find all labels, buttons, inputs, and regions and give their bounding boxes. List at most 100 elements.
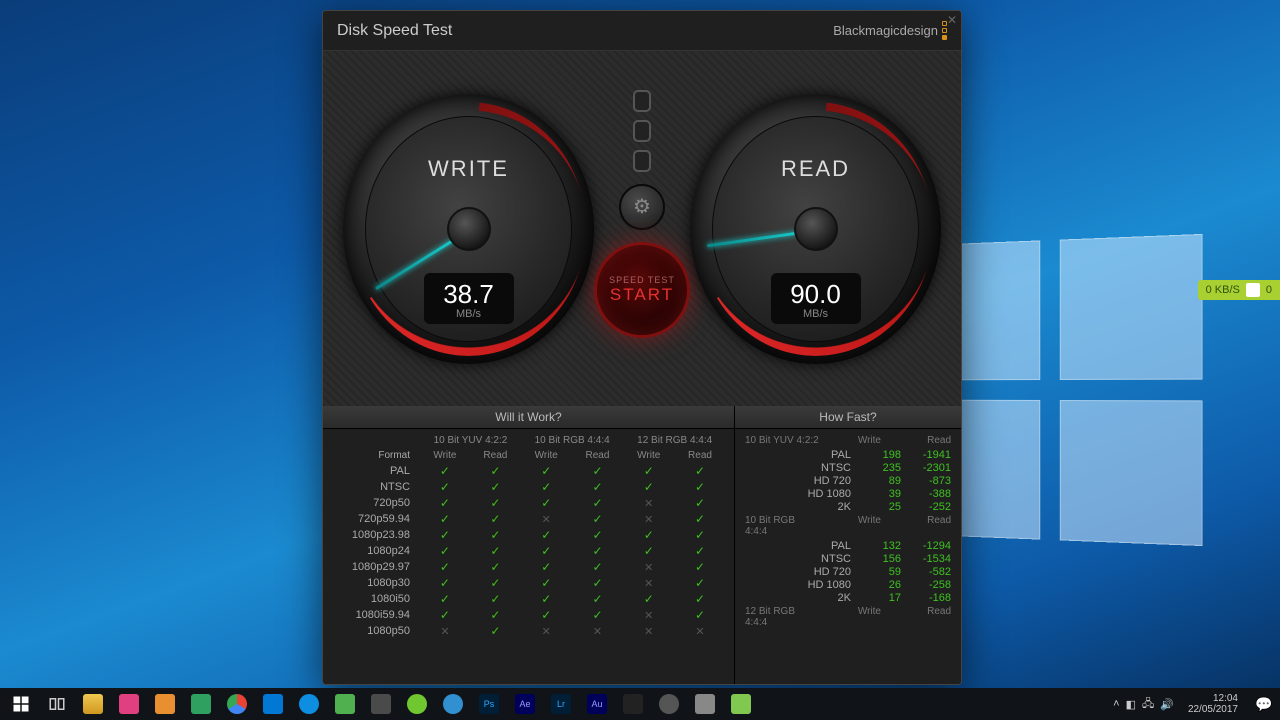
camtasia-icon[interactable]	[364, 690, 398, 718]
net-speed-label: 0 KB/S	[1206, 284, 1240, 296]
titlebar[interactable]: Disk Speed Test Blackmagicdesign	[323, 11, 961, 51]
read-label: READ	[690, 156, 941, 182]
check-icon: ✓	[490, 512, 500, 526]
check-icon: ✓	[592, 464, 602, 478]
app-icon-2[interactable]	[148, 690, 182, 718]
table-row: 1080i59.94✓✓✓✓✕✓	[331, 607, 726, 623]
notifications-button[interactable]: 💬	[1252, 690, 1276, 718]
check-icon: ✓	[541, 464, 551, 478]
app-icon-8[interactable]	[688, 690, 722, 718]
cross-icon: ✕	[542, 514, 551, 526]
table-row: 1080p29.97✓✓✓✓✕✓	[331, 559, 726, 575]
check-icon: ✓	[592, 544, 602, 558]
tray-network-icon[interactable]: 🖧	[1142, 695, 1154, 714]
cross-icon: ✕	[644, 514, 653, 526]
cross-icon: ✕	[644, 626, 653, 638]
gear-icon: ⚙	[633, 194, 651, 219]
app-icon-3[interactable]	[184, 690, 218, 718]
fast-header: How Fast?	[735, 406, 961, 429]
clock-time: 12:04	[1188, 693, 1238, 705]
app-title: Disk Speed Test	[337, 22, 452, 40]
check-icon: ✓	[490, 528, 500, 542]
check-icon: ✓	[541, 560, 551, 574]
outlook-icon[interactable]	[256, 690, 290, 718]
start-button[interactable]: SPEED TEST START	[594, 242, 690, 338]
check-icon: ✓	[490, 496, 500, 510]
check-icon: ✓	[695, 608, 705, 622]
check-icon: ✓	[440, 576, 450, 590]
check-icon: ✓	[490, 608, 500, 622]
task-view-button[interactable]	[40, 690, 74, 718]
fast-row: HD 72059-582	[745, 565, 951, 578]
check-icon: ✓	[592, 576, 602, 590]
taskbar-right: ˄ ◧ 🖧 🔊 12:04 22/05/2017 💬	[1113, 690, 1276, 718]
check-icon: ✓	[490, 624, 500, 638]
app-icon-6[interactable]	[436, 690, 470, 718]
check-icon: ✓	[440, 464, 450, 478]
taskbar-clock[interactable]: 12:04 22/05/2017	[1182, 693, 1244, 716]
check-icon: ✓	[644, 464, 654, 478]
lightroom-icon[interactable]: Lr	[544, 690, 578, 718]
tray-icon-1[interactable]: ◧	[1126, 698, 1136, 711]
tally-lights	[633, 90, 651, 172]
photoshop-icon[interactable]: Ps	[472, 690, 506, 718]
teamviewer-icon[interactable]	[292, 690, 326, 718]
check-icon: ✓	[541, 608, 551, 622]
network-widget: 0 KB/S 0	[1198, 280, 1280, 300]
check-icon: ✓	[490, 480, 500, 494]
check-icon: ✓	[644, 480, 654, 494]
fast-row: HD 72089-873	[745, 474, 951, 487]
check-icon: ✓	[541, 544, 551, 558]
chrome-icon[interactable]	[220, 690, 254, 718]
cross-icon: ✕	[644, 610, 653, 622]
table-row: 1080p50✕✓✕✕✕✕	[331, 623, 726, 639]
app-icon-7[interactable]	[652, 690, 686, 718]
file-explorer-icon[interactable]	[76, 690, 110, 718]
start-menu-button[interactable]	[4, 690, 38, 718]
check-icon: ✓	[440, 480, 450, 494]
fast-row: 2K25-252	[745, 500, 951, 513]
check-icon: ✓	[695, 512, 705, 526]
will-table: 10 Bit YUV 4:2:210 Bit RGB 4:4:412 Bit R…	[331, 433, 726, 639]
system-tray[interactable]: ˄ ◧ 🖧 🔊	[1113, 695, 1174, 714]
check-icon: ✓	[695, 560, 705, 574]
check-icon: ✓	[592, 480, 602, 494]
read-display: 90.0 MB/s	[771, 273, 861, 324]
check-icon: ✓	[592, 528, 602, 542]
check-icon: ✓	[541, 592, 551, 606]
aftereffects-icon[interactable]: Ae	[508, 690, 542, 718]
fast-row: PAL198-1941	[745, 448, 951, 461]
app-icon-4[interactable]	[328, 690, 362, 718]
tray-volume-icon[interactable]: 🔊	[1160, 698, 1174, 711]
start-label: START	[610, 285, 674, 305]
check-icon: ✓	[440, 496, 450, 510]
cross-icon: ✕	[644, 562, 653, 574]
check-icon: ✓	[592, 560, 602, 574]
how-fast-panel: How Fast? 10 Bit YUV 4:2:2WriteReadPAL19…	[735, 406, 961, 684]
check-icon: ✓	[695, 496, 705, 510]
cross-icon: ✕	[644, 498, 653, 510]
check-icon: ✓	[490, 560, 500, 574]
cross-icon: ✕	[695, 626, 704, 638]
check-icon: ✓	[695, 480, 705, 494]
fast-row: HD 108039-388	[745, 487, 951, 500]
audition-icon[interactable]: Au	[580, 690, 614, 718]
gauge-area: WRITE 38.7 MB/s ⚙ SPEED TEST START READ	[323, 51, 961, 406]
table-row: 1080p24✓✓✓✓✓✓	[331, 543, 726, 559]
app-icon-9[interactable]	[724, 690, 758, 718]
close-icon[interactable]: ✕	[947, 13, 957, 27]
app-icon-1[interactable]	[112, 690, 146, 718]
check-icon: ✓	[644, 528, 654, 542]
check-icon: ✓	[490, 544, 500, 558]
tray-chevron-icon[interactable]: ˄	[1113, 698, 1119, 710]
settings-button[interactable]: ⚙	[619, 184, 665, 230]
app-icon-5[interactable]	[400, 690, 434, 718]
disk-speed-test-window: ✕ Disk Speed Test Blackmagicdesign WRITE…	[322, 10, 962, 685]
check-icon: ✓	[440, 608, 450, 622]
fast-row: NTSC235-2301	[745, 461, 951, 474]
cmd-icon[interactable]	[616, 690, 650, 718]
net-count: 0	[1266, 284, 1272, 296]
taskbar[interactable]: Ps Ae Lr Au ˄ ◧ 🖧 🔊 12:04 22/05/2017 💬	[0, 688, 1280, 720]
check-icon: ✓	[541, 528, 551, 542]
check-icon: ✓	[695, 528, 705, 542]
